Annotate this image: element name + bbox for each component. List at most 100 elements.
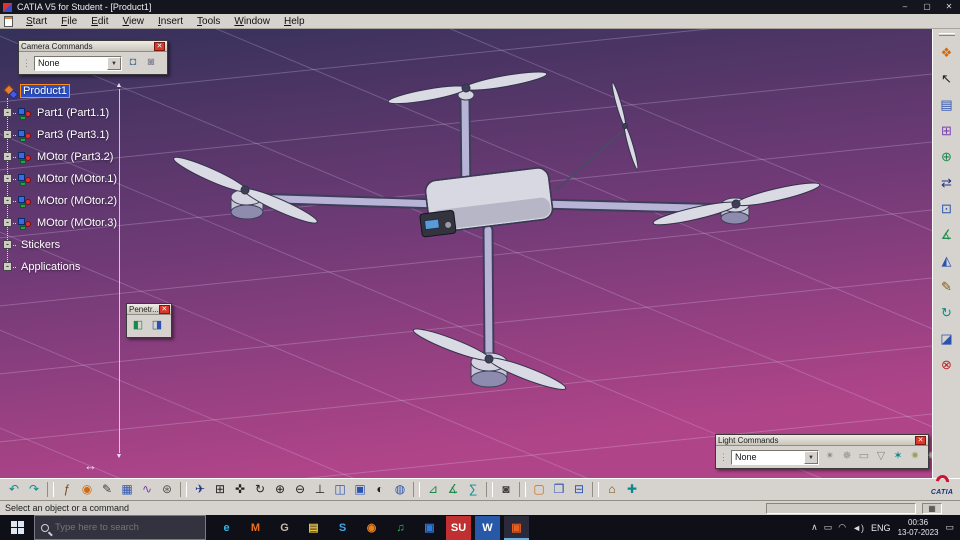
- manipulation-icon[interactable]: ⇄: [938, 174, 956, 192]
- tree-expand-box[interactable]: -: [3, 262, 12, 271]
- tree-item-label[interactable]: Product1: [20, 84, 71, 98]
- knowledge-icon[interactable]: ◉: [78, 481, 96, 499]
- two-lights-icon[interactable]: ✵: [839, 449, 855, 465]
- drone-battery[interactable]: [419, 209, 457, 238]
- fly-mode-icon[interactable]: ✈: [191, 481, 209, 499]
- tree-expand-box[interactable]: -: [3, 240, 12, 249]
- tree-expand-box[interactable]: -: [3, 108, 12, 117]
- redo-icon[interactable]: ↷: [25, 481, 43, 499]
- notification-center-icon[interactable]: ▭: [945, 522, 954, 533]
- tree-expand-box[interactable]: -: [3, 130, 12, 139]
- measure-icon[interactable]: ∡: [938, 226, 956, 244]
- tree-item-label[interactable]: Stickers: [18, 238, 63, 252]
- menu-tools[interactable]: Tools: [190, 16, 227, 27]
- mass-properties-icon[interactable]: ∑: [464, 481, 482, 499]
- language-indicator[interactable]: ENG: [871, 523, 891, 533]
- single-light-icon[interactable]: ✴: [822, 449, 838, 465]
- light-commands-toolbar[interactable]: Light Commands ✕ ⋮ None ▼ ✴✵▭▽✶✷✸: [715, 434, 937, 469]
- file-explorer-icon[interactable]: ▤: [301, 516, 326, 540]
- constraints-icon[interactable]: ⊕: [938, 148, 956, 166]
- menu-help[interactable]: Help: [277, 16, 312, 27]
- tree-item-part1-part1-1[interactable]: - Part1 (Part1.1): [2, 102, 134, 124]
- tree-item-label[interactable]: MOtor (MOtor.1): [34, 172, 120, 186]
- save-viewpoint-icon[interactable]: ◘: [125, 55, 141, 71]
- photos-icon[interactable]: ▣: [417, 516, 442, 540]
- menu-edit[interactable]: Edit: [84, 16, 115, 27]
- word-icon[interactable]: W: [475, 515, 500, 540]
- scroll-down-icon[interactable]: ▼: [116, 453, 123, 460]
- power-input-field[interactable]: [766, 503, 916, 514]
- light-dropdown[interactable]: None ▼: [731, 449, 819, 465]
- menu-view[interactable]: View: [115, 16, 151, 27]
- tree-item-label[interactable]: MOtor (Part3.2): [34, 150, 116, 164]
- existing-component-icon[interactable]: ⊟: [570, 481, 588, 499]
- tree-item-motor-part3-2[interactable]: - MOtor (Part3.2): [2, 146, 134, 168]
- render-style-icon[interactable]: ◐: [371, 481, 389, 499]
- formula-icon[interactable]: ƒ: [58, 481, 76, 499]
- penetration-close-icon[interactable]: ✕: [158, 304, 170, 314]
- tree-item-label[interactable]: Part3 (Part3.1): [34, 128, 112, 142]
- toolbar-grip[interactable]: ⋮: [22, 58, 31, 68]
- chevron-up-icon[interactable]: ∧: [811, 522, 818, 533]
- annotations-icon[interactable]: ✎: [938, 278, 956, 296]
- snap-icon[interactable]: ⊡: [938, 200, 956, 218]
- specification-tree[interactable]: Product1 - Part1 (Part1.1) - Part3 (Part3.1)…: [2, 80, 134, 278]
- menu-start[interactable]: Start: [19, 16, 54, 27]
- tree-item-product1[interactable]: Product1: [2, 80, 134, 102]
- keyboard-icon[interactable]: ▦: [922, 503, 942, 514]
- assembly-workbench-icon[interactable]: ❖: [938, 44, 956, 62]
- search-input[interactable]: [55, 522, 185, 533]
- toolbar-grip[interactable]: [938, 33, 955, 36]
- depth-effect-icon[interactable]: ◧: [130, 318, 146, 334]
- measure-item-icon[interactable]: ∡: [444, 481, 462, 499]
- tree-expand-box[interactable]: -: [3, 196, 12, 205]
- penetration-titlebar[interactable]: Penetr... ✕: [127, 304, 171, 315]
- new-product-icon[interactable]: ❒: [550, 481, 568, 499]
- volume-icon[interactable]: ◄): [852, 523, 864, 533]
- menu-insert[interactable]: Insert: [151, 16, 190, 27]
- normal-view-icon[interactable]: ⊥: [311, 481, 329, 499]
- matlab-icon[interactable]: M: [243, 516, 268, 540]
- close-button[interactable]: ✕: [938, 0, 960, 14]
- neon-light-icon[interactable]: ▭: [856, 449, 872, 465]
- tree-item-label[interactable]: MOtor (MOtor.3): [34, 216, 120, 230]
- catia-icon[interactable]: ▣: [504, 515, 529, 540]
- tree-item-label[interactable]: MOtor (MOtor.2): [34, 194, 120, 208]
- space-analysis-icon[interactable]: ◭: [938, 252, 956, 270]
- chevron-down-icon[interactable]: ▼: [804, 450, 818, 464]
- tree-expand-box[interactable]: -: [3, 174, 12, 183]
- tree-item-motor-motor-3[interactable]: - MOtor (MOtor.3): [2, 212, 134, 234]
- camera-commands-close-icon[interactable]: ✕: [154, 41, 165, 51]
- delete-viewpoint-icon[interactable]: ◙: [143, 55, 159, 71]
- ground-effect-icon[interactable]: ◨: [149, 318, 165, 334]
- edge-icon[interactable]: e: [214, 516, 239, 540]
- viewport-canvas[interactable]: [0, 29, 932, 478]
- gear-icon[interactable]: ⊛: [158, 481, 176, 499]
- tree-item-label[interactable]: Applications: [18, 260, 83, 274]
- iso-view-icon[interactable]: ▣: [351, 481, 369, 499]
- new-component-icon[interactable]: ⊞: [938, 122, 956, 140]
- camera-commands-toolbar[interactable]: Camera Commands ✕ ⋮ None ▼ ◘ ◙: [18, 40, 168, 75]
- hide-show-icon[interactable]: ◍: [391, 481, 409, 499]
- taskbar-clock[interactable]: 00:36 13-07-2023: [898, 518, 939, 538]
- spotify-icon[interactable]: ♫: [388, 516, 413, 540]
- clash-icon[interactable]: ⊗: [938, 356, 956, 374]
- product-structure-icon[interactable]: ▤: [938, 96, 956, 114]
- rotate-icon[interactable]: ↻: [251, 481, 269, 499]
- quick-view-icon[interactable]: ◫: [331, 481, 349, 499]
- camera-commands-titlebar[interactable]: Camera Commands ✕: [19, 41, 167, 52]
- tree-item-applications[interactable]: - Applications: [2, 256, 134, 278]
- viewport-3d[interactable]: [0, 29, 932, 478]
- pen-icon[interactable]: ✎: [98, 481, 116, 499]
- penetration-toolbar[interactable]: Penetr... ✕ ◧ ◨: [126, 303, 172, 338]
- dmu-review-icon[interactable]: ↻: [938, 304, 956, 322]
- tree-item-motor-motor-2[interactable]: - MOtor (MOtor.2): [2, 190, 134, 212]
- tree-expand-box[interactable]: -: [3, 218, 12, 227]
- tree-item-part3-part3-1[interactable]: - Part3 (Part3.1): [2, 124, 134, 146]
- options-icon[interactable]: ✚: [623, 481, 641, 499]
- menu-file[interactable]: File: [54, 16, 84, 27]
- catalog-icon[interactable]: ⌂: [603, 481, 621, 499]
- tree-pan-arrow-icon[interactable]: ↔: [84, 458, 97, 473]
- tree-item-motor-motor-1[interactable]: - MOtor (MOtor.1): [2, 168, 134, 190]
- camera-dropdown[interactable]: None ▼: [34, 55, 122, 71]
